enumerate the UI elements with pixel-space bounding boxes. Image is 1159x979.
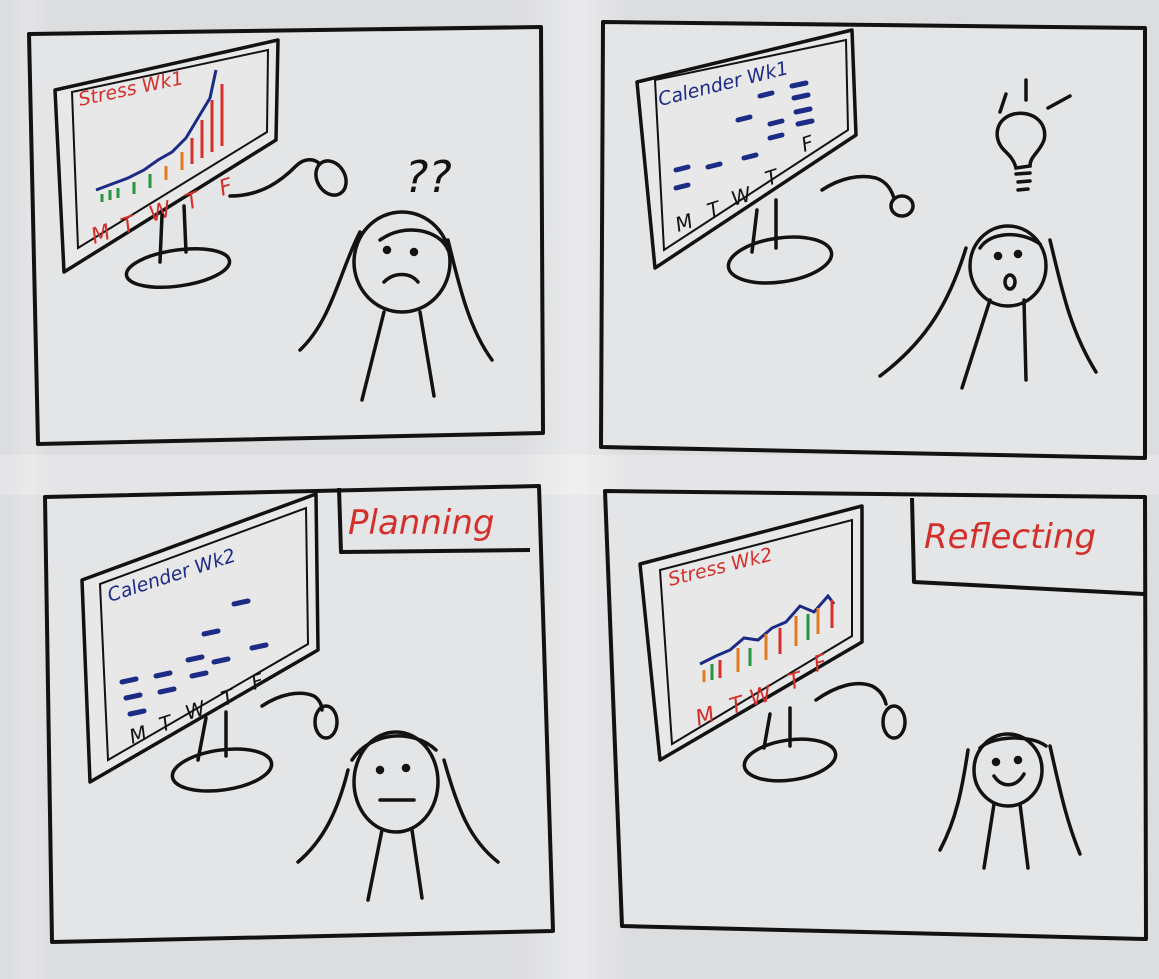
caption-reflecting: Reflecting [924, 517, 1096, 557]
panel-2: Calender Wk1 M T W T F [599, 20, 1147, 460]
confused-thought: ?? [405, 152, 452, 203]
panel-3: Planning Calender Wk2 M T W T F [43, 484, 555, 944]
whiteboard-storyboard: Stress Wk1 M T W T F ?? Calender Wk1 M T… [0, 0, 1159, 979]
glare-reflection [0, 455, 1159, 495]
panel-4: Reflecting Stress Wk2 M T W T F [603, 489, 1148, 941]
caption-planning: Planning [348, 503, 494, 543]
panel-1: Stress Wk1 M T W T F ?? [27, 25, 545, 446]
